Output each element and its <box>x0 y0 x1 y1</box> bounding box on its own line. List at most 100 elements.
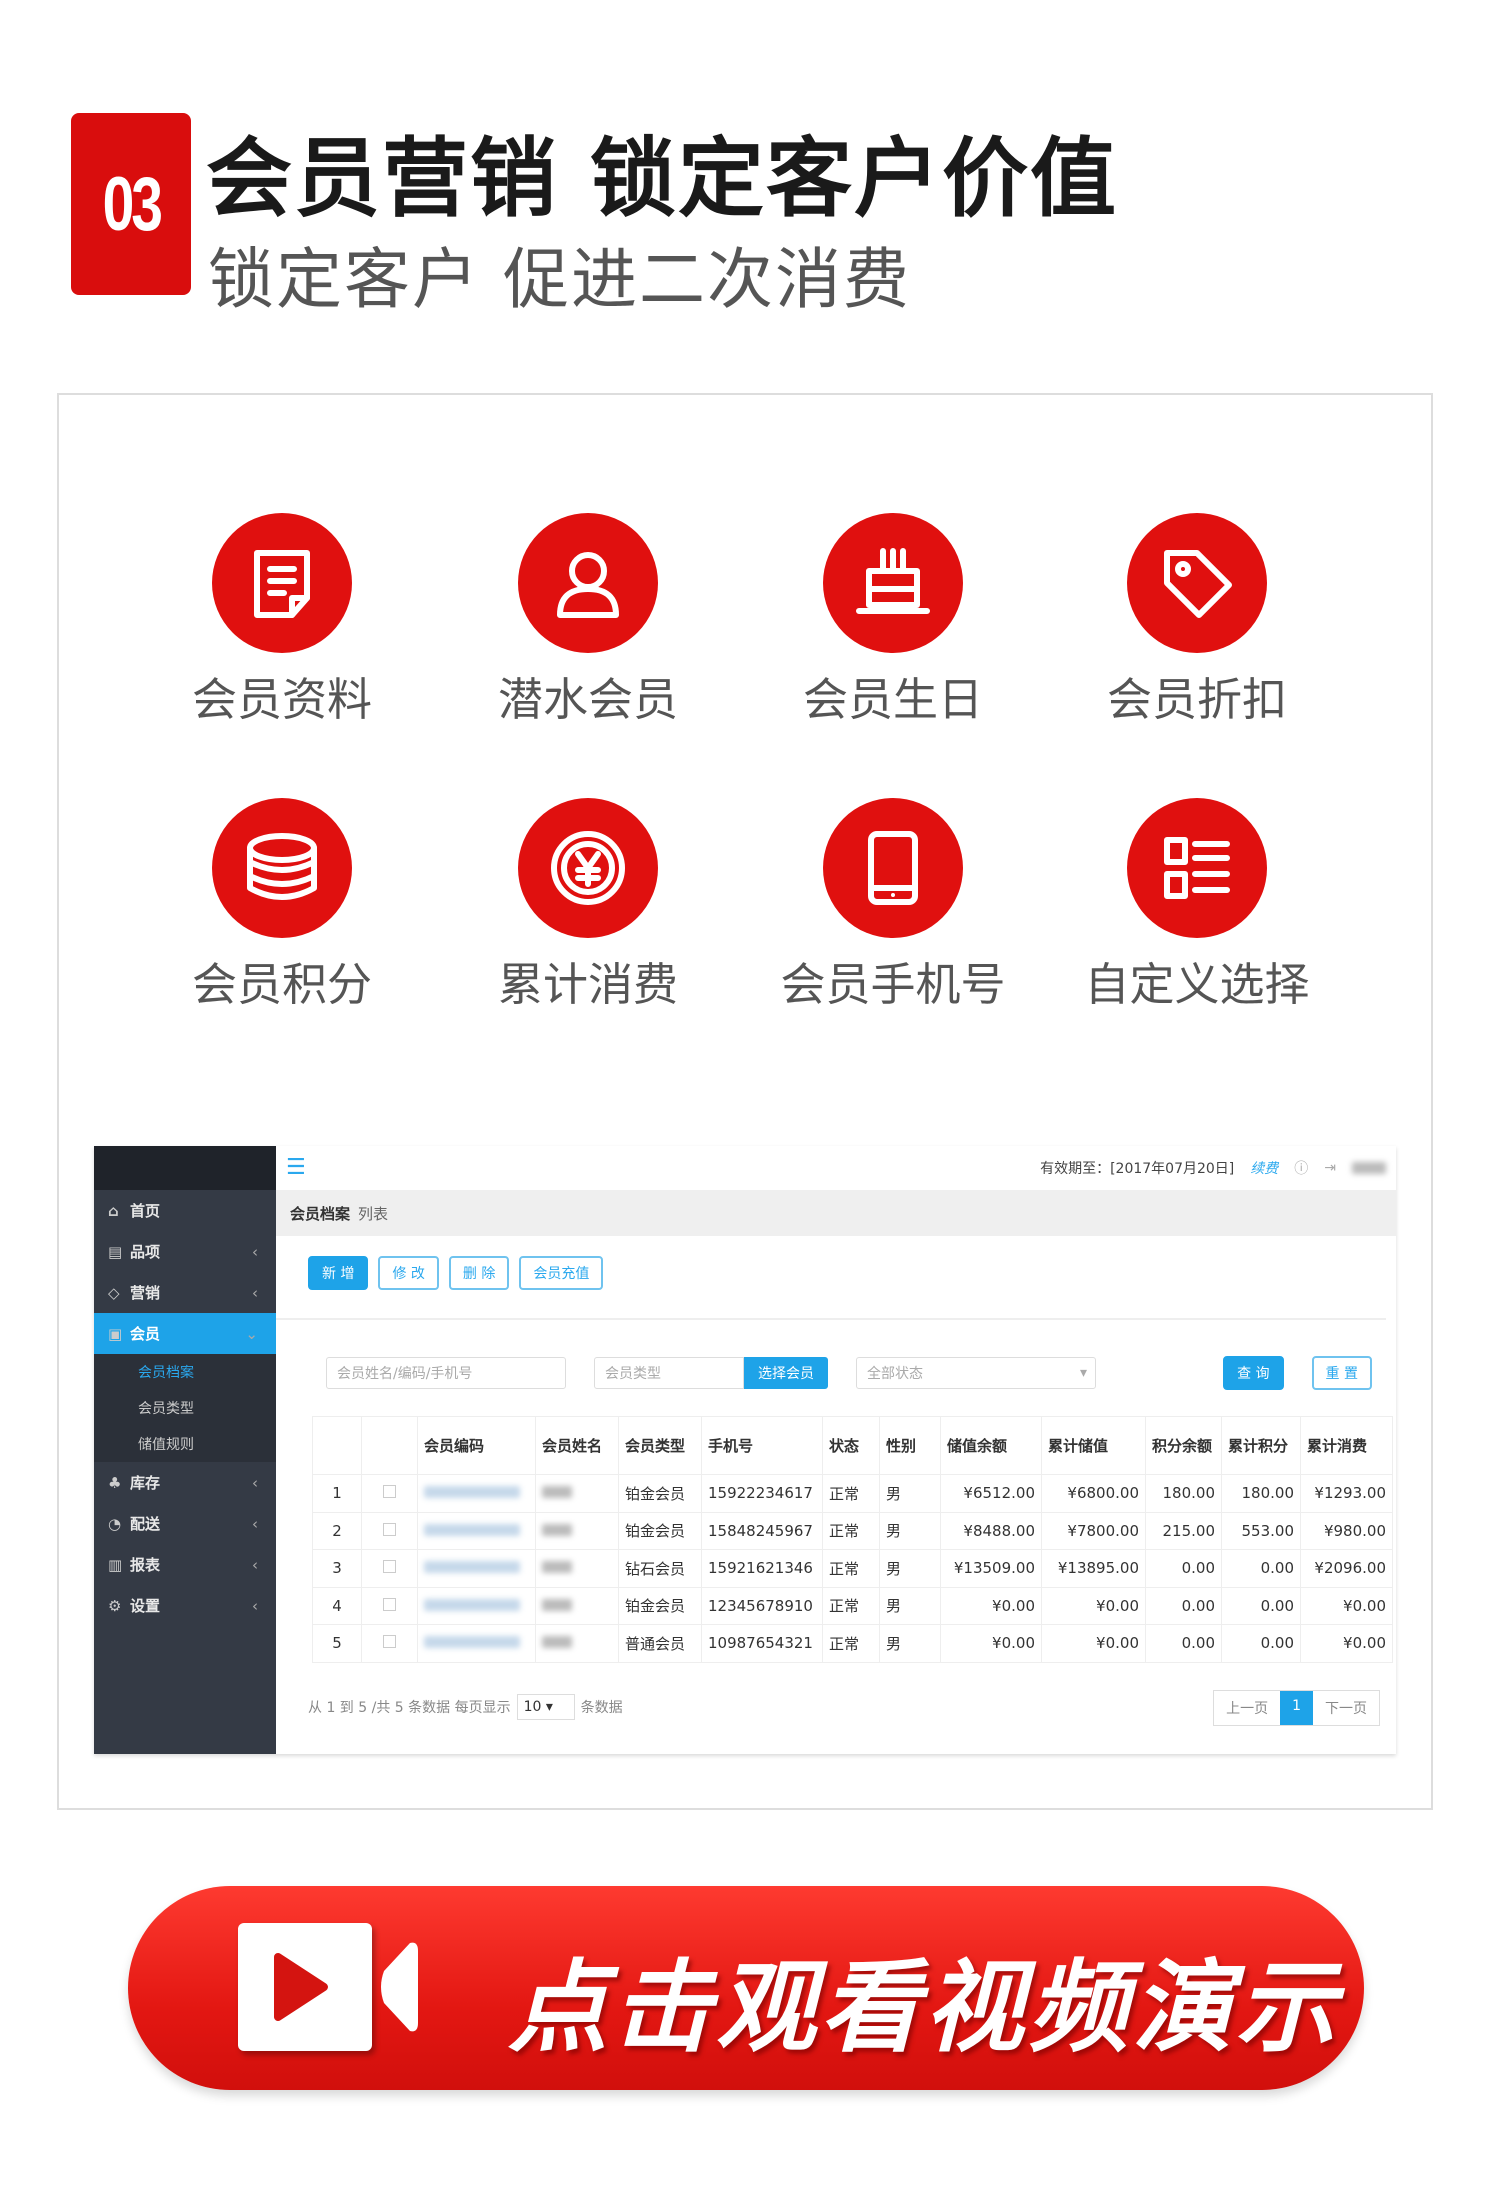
add-button[interactable]: 新 增 <box>308 1256 369 1290</box>
select-member-button[interactable]: 选择会员 <box>744 1357 828 1389</box>
sidebar-item-2[interactable]: ▤ 品项 ‹ <box>94 1231 276 1272</box>
watch-video-label: 点击观看视频演示 <box>508 1949 1340 2066</box>
delivery-icon: ◔ <box>108 1514 122 1533</box>
sidebar-subitem-1[interactable]: 会员档案 <box>94 1354 276 1390</box>
cell-gender: 男 <box>879 1474 941 1513</box>
sidebar-item-label: 首页 <box>130 1202 161 1220</box>
chevron-left-icon: ‹ <box>252 1473 258 1492</box>
pagination: 上一页 1 下一页 <box>1213 1690 1380 1726</box>
feature-1: 会员资料 <box>132 513 432 728</box>
sidebar-item-7[interactable]: ▥ 报表 ‹ <box>94 1544 276 1585</box>
menu-toggle-icon[interactable]: ☰ <box>286 1157 306 1179</box>
cell-total-stored: ¥6800.00 <box>1041 1474 1146 1513</box>
member-table: 会员编码 会员姓名 会员类型 手机号 状态 性别 储值余额 累计储值 积分余额 累计积分 累计消费 … <box>312 1416 1393 1663</box>
logout-icon[interactable]: ⇥ <box>1324 1160 1336 1176</box>
home-icon: ⌂ <box>108 1201 119 1220</box>
column-header: 积分余额 <box>1145 1416 1222 1475</box>
row-checkbox[interactable] <box>383 1635 396 1649</box>
cell-status: 正常 <box>822 1624 880 1663</box>
help-icon[interactable]: ⓘ <box>1294 1158 1308 1178</box>
cell-type: 铂金会员 <box>618 1586 702 1625</box>
delete-button[interactable]: 删 除 <box>448 1256 510 1290</box>
cell-total-stored: ¥7800.00 <box>1041 1511 1146 1550</box>
watch-video-button[interactable]: 点击观看视频演示 <box>128 1886 1364 2090</box>
cell-balance: ¥6512.00 <box>940 1474 1042 1513</box>
page-title: 会员营销 锁定客户价值 <box>206 129 1118 229</box>
page-subtitle: 锁定客户 促进二次消费 <box>208 241 911 318</box>
user-avatar[interactable] <box>1352 1162 1386 1174</box>
page-1-button[interactable]: 1 <box>1280 1691 1313 1725</box>
feature-8: 自定义选择 <box>1047 798 1347 1013</box>
feature-3: 会员生日 <box>743 513 1043 728</box>
cell-balance: ¥13509.00 <box>940 1549 1042 1588</box>
renew-link[interactable]: 续费 <box>1250 1158 1278 1178</box>
member-type-input[interactable]: 会员类型 <box>594 1357 744 1389</box>
app-screenshot: ⌂ 首页 ▤ 品项 ‹ ◇ 营销 ‹ ▣ 会员 ⌄ 会员档案 会员类型 储值规则 ♣ 库存 ‹ ◔ 配送 ‹ ▥ 报表 ‹ ⚙… <box>94 1146 1396 1754</box>
chevron-left-icon: ‹ <box>252 1283 258 1302</box>
sidebar-item-label: 报表 <box>130 1556 161 1574</box>
row-checkbox[interactable] <box>383 1522 396 1536</box>
cell-total-points: 553.00 <box>1221 1511 1301 1550</box>
member-code-redacted <box>424 1598 520 1611</box>
column-header: 会员编码 <box>417 1416 536 1475</box>
member-name-redacted <box>542 1561 572 1574</box>
cell-phone: 10987654321 <box>701 1624 823 1663</box>
table-row[interactable]: 5 普通会员 10987654321 正常男 ¥0.00 ¥0.00 0.00 0.00 ¥0.… <box>312 1624 1393 1663</box>
sidebar-subitem-3[interactable]: 储值规则 <box>94 1426 276 1462</box>
cell-points: 0.00 <box>1145 1586 1222 1625</box>
table-row[interactable]: 2 铂金会员 15848245967 正常男 ¥8488.00 ¥7800.00 215.0… <box>312 1511 1393 1550</box>
table-row[interactable]: 4 铂金会员 12345678910 正常男 ¥0.00 ¥0.00 0.00 0.00 ¥0.… <box>312 1586 1393 1625</box>
cell-gender: 男 <box>879 1586 941 1625</box>
feature-5: 会员积分 <box>132 798 432 1013</box>
column-header: 性别 <box>879 1416 941 1475</box>
sidebar-subitem-2[interactable]: 会员类型 <box>94 1390 276 1426</box>
sidebar-item-5[interactable]: ♣ 库存 ‹ <box>94 1462 276 1503</box>
table-row[interactable]: 3 钻石会员 15921621346 正常男 ¥13509.00 ¥13895.00 0.0… <box>312 1549 1393 1588</box>
cell-gender: 男 <box>879 1549 941 1588</box>
sidebar-item-label: 设置 <box>130 1597 161 1615</box>
cell-total-spent: ¥0.00 <box>1300 1586 1393 1625</box>
sidebar-item-label: 库存 <box>130 1474 161 1492</box>
sidebar-item-6[interactable]: ◔ 配送 ‹ <box>94 1503 276 1544</box>
row-checkbox[interactable] <box>383 1485 396 1499</box>
row-checkbox[interactable] <box>383 1560 396 1574</box>
column-header: 会员姓名 <box>535 1416 619 1475</box>
sidebar-item-1[interactable]: ⌂ 首页 <box>94 1190 276 1231</box>
sidebar-item-4[interactable]: ▣ 会员 ⌄ <box>94 1313 276 1354</box>
sidebar-item-3[interactable]: ◇ 营销 ‹ <box>94 1272 276 1313</box>
page-size-select[interactable]: 10 ▾ <box>516 1694 575 1720</box>
member-name-redacted <box>542 1598 572 1611</box>
feature-label: 会员积分 <box>191 958 372 1011</box>
member-code-redacted <box>424 1636 520 1649</box>
document-icon <box>212 513 352 653</box>
sidebar-item-label: 品项 <box>130 1243 161 1261</box>
keyword-search-input[interactable]: 会员姓名/编码/手机号 <box>326 1357 566 1389</box>
sidebar-item-label: 配送 <box>130 1515 161 1533</box>
table-row[interactable]: 1 铂金会员 15922234617 正常男 ¥6512.00 ¥6800.00 180.0… <box>312 1474 1393 1513</box>
cell-balance: ¥0.00 <box>940 1586 1042 1625</box>
section-number-badge: 03 <box>71 113 191 295</box>
member-code-redacted <box>424 1523 520 1536</box>
cell-total-stored: ¥0.00 <box>1041 1624 1146 1663</box>
feature-2: 潜水会员 <box>438 513 738 728</box>
tag-icon: ◇ <box>108 1283 120 1302</box>
status-select[interactable]: 全部状态 ▾ <box>856 1357 1096 1389</box>
next-page-button[interactable]: 下一页 <box>1313 1691 1379 1725</box>
chevron-left-icon: ‹ <box>252 1242 258 1261</box>
cell-gender: 男 <box>879 1511 941 1550</box>
edit-button[interactable]: 修 改 <box>378 1256 439 1290</box>
box-icon: ▤ <box>108 1242 123 1261</box>
query-button[interactable]: 查 询 <box>1223 1356 1284 1390</box>
cell-total-spent: ¥980.00 <box>1300 1511 1393 1550</box>
cell-status: 正常 <box>822 1474 880 1513</box>
chevron-left-icon: ‹ <box>252 1555 258 1574</box>
reset-button[interactable]: 重 置 <box>1311 1356 1372 1390</box>
sidebar-item-8[interactable]: ⚙ 设置 ‹ <box>94 1585 276 1626</box>
cell-status: 正常 <box>822 1549 880 1588</box>
prev-page-button[interactable]: 上一页 <box>1214 1691 1280 1725</box>
row-number: 1 <box>312 1474 362 1513</box>
row-checkbox[interactable] <box>383 1597 396 1611</box>
cell-points: 215.00 <box>1145 1511 1222 1550</box>
recharge-button[interactable]: 会员充值 <box>519 1256 604 1290</box>
cell-phone: 15922234617 <box>701 1474 823 1513</box>
